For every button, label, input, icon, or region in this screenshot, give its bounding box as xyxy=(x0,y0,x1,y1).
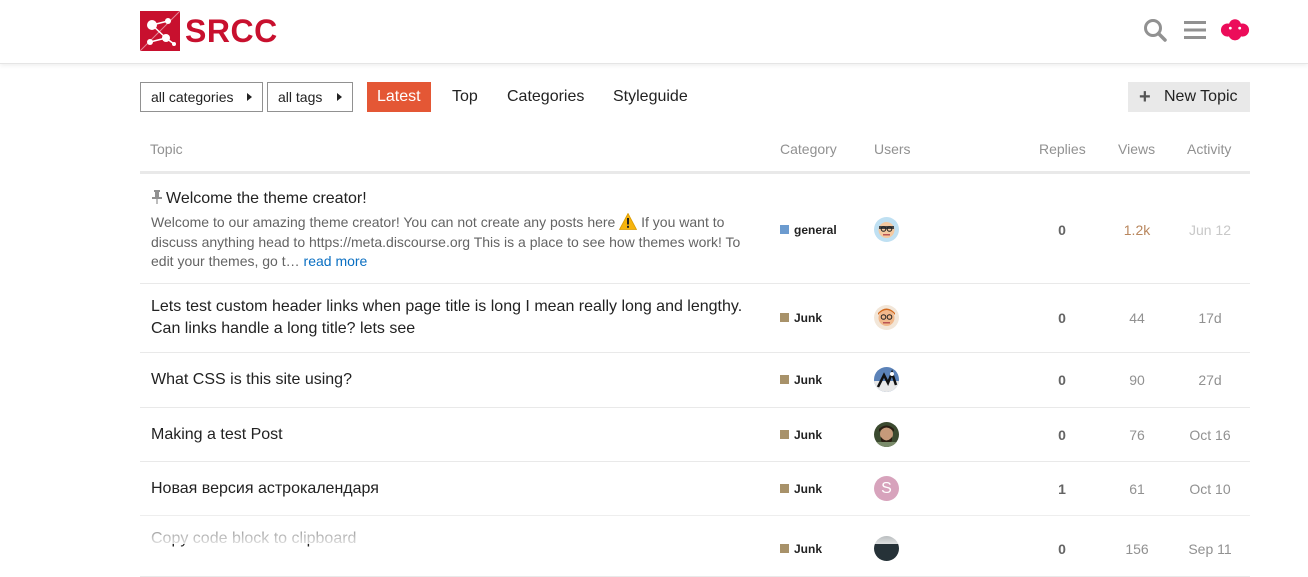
column-topic[interactable]: Topic xyxy=(150,141,183,157)
column-activity[interactable]: Activity xyxy=(1187,141,1231,157)
warning-icon xyxy=(619,213,638,230)
category-color-square xyxy=(780,225,789,234)
activity-date[interactable]: 17d xyxy=(1180,310,1240,326)
category-badge[interactable]: general xyxy=(780,223,837,237)
logo-mark-icon xyxy=(140,11,180,51)
plus-icon: + xyxy=(1139,86,1151,108)
table-row: Making a test Post Junk 0 76 Oct 16 xyxy=(140,408,1250,462)
search-icon xyxy=(1144,19,1167,42)
topic-title[interactable]: Lets test custom header links when page … xyxy=(151,296,761,340)
avatar[interactable]: S xyxy=(874,476,899,501)
column-views[interactable]: Views xyxy=(1118,141,1155,157)
category-label: Junk xyxy=(794,542,823,556)
category-badge[interactable]: Junk xyxy=(780,373,822,387)
user-avatar-image xyxy=(874,217,899,242)
bottom-fade-overlay xyxy=(0,504,1308,544)
category-badge[interactable]: Junk xyxy=(780,311,822,325)
replies-count[interactable]: 0 xyxy=(1037,310,1087,326)
views-count: 61 xyxy=(1129,481,1145,497)
user-avatar-image xyxy=(874,367,899,392)
site-logo[interactable]: SRCC xyxy=(140,11,278,51)
replies-count[interactable]: 0 xyxy=(1037,372,1087,388)
category-label: Junk xyxy=(794,428,823,442)
user-avatar-image xyxy=(874,422,899,447)
new-topic-button[interactable]: + New Topic xyxy=(1128,82,1250,112)
activity-date[interactable]: Oct 10 xyxy=(1180,481,1240,497)
logo-text: SRCC xyxy=(185,13,278,49)
category-label: Junk xyxy=(794,482,823,496)
user-avatar-image xyxy=(874,305,899,330)
tab-latest[interactable]: Latest xyxy=(367,82,431,112)
category-color-square xyxy=(780,375,789,384)
category-color-square xyxy=(780,544,789,553)
column-category[interactable]: Category xyxy=(780,141,837,157)
activity-date[interactable]: Jun 12 xyxy=(1180,222,1240,238)
views-count: 44 xyxy=(1129,310,1145,326)
activity-date[interactable]: 27d xyxy=(1180,372,1240,388)
views-count: 76 xyxy=(1129,427,1145,443)
column-users: Users xyxy=(874,141,911,157)
category-badge[interactable]: Junk xyxy=(780,482,822,496)
category-label: general xyxy=(794,223,837,237)
topic-title[interactable]: Welcome the theme creator! xyxy=(151,188,367,210)
user-avatar xyxy=(1220,19,1250,41)
category-label: Junk xyxy=(794,311,823,325)
site-header: SRCC xyxy=(0,0,1308,64)
read-more-link[interactable]: read more xyxy=(304,253,368,269)
avatar[interactable] xyxy=(874,422,899,447)
category-color-square xyxy=(780,484,789,493)
tags-dropdown-label: all tags xyxy=(278,89,323,105)
avatar[interactable] xyxy=(874,305,899,330)
views-count: 1.2k xyxy=(1123,222,1151,238)
tags-dropdown[interactable]: all tags xyxy=(267,82,353,112)
navigation-bar: all categories all tags Latest Top Categ… xyxy=(140,82,1250,112)
table-row: Lets test custom header links when page … xyxy=(140,284,1250,353)
search-button[interactable] xyxy=(1140,15,1170,45)
views-count: 90 xyxy=(1129,372,1145,388)
category-badge[interactable]: Junk xyxy=(780,542,822,556)
category-color-square xyxy=(780,313,789,322)
excerpt-text: Welcome to our amazing theme creator! Yo… xyxy=(151,214,616,230)
topic-title[interactable]: Making a test Post xyxy=(151,424,283,446)
topic-title[interactable]: What CSS is this site using? xyxy=(151,369,352,391)
replies-count[interactable]: 0 xyxy=(1037,427,1087,443)
categories-dropdown-label: all categories xyxy=(151,89,234,105)
replies-count[interactable]: 0 xyxy=(1037,222,1087,238)
menu-button[interactable] xyxy=(1180,15,1210,45)
category-badge[interactable]: Junk xyxy=(780,428,822,442)
hamburger-menu-icon xyxy=(1184,21,1206,39)
category-label: Junk xyxy=(794,373,823,387)
user-menu-button[interactable] xyxy=(1220,15,1250,45)
categories-dropdown[interactable]: all categories xyxy=(140,82,263,112)
caret-right-icon xyxy=(247,93,252,101)
topic-excerpt: Welcome to our amazing theme creator! Yo… xyxy=(151,213,751,272)
table-row: Welcome the theme creator! Welcome to ou… xyxy=(140,174,1250,284)
topic-title-text: Welcome the theme creator! xyxy=(166,190,367,207)
tab-top[interactable]: Top xyxy=(442,82,488,112)
activity-date[interactable]: Oct 16 xyxy=(1180,427,1240,443)
caret-right-icon xyxy=(337,93,342,101)
tab-categories[interactable]: Categories xyxy=(497,82,594,112)
replies-count[interactable]: 1 xyxy=(1037,481,1087,497)
new-topic-label: New Topic xyxy=(1164,88,1238,105)
tab-styleguide[interactable]: Styleguide xyxy=(603,82,698,112)
pin-icon xyxy=(152,190,162,204)
table-row: What CSS is this site using? Junk 0 90 2… xyxy=(140,353,1250,408)
column-replies[interactable]: Replies xyxy=(1039,141,1086,157)
topic-title[interactable]: Новая версия астрокалендаря xyxy=(151,478,379,500)
category-color-square xyxy=(780,430,789,439)
topic-list-header: Topic Category Users Replies Views Activ… xyxy=(140,130,1250,174)
avatar[interactable] xyxy=(874,217,899,242)
avatar[interactable] xyxy=(874,367,899,392)
